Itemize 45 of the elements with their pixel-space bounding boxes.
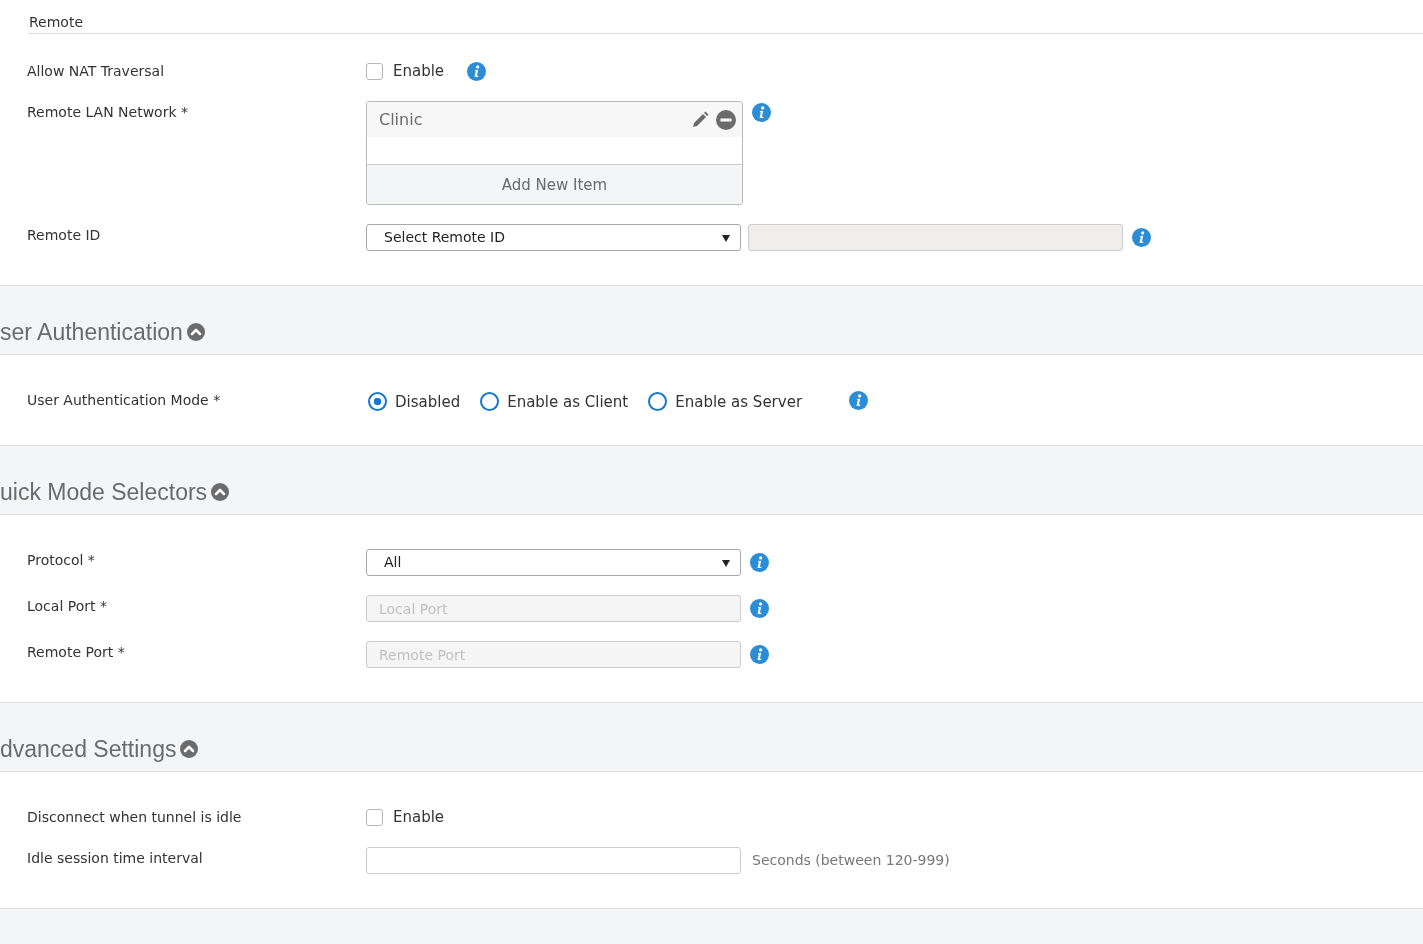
list-item-text: Clinic bbox=[379, 110, 424, 129]
radio-label: Enable as Server bbox=[675, 392, 803, 411]
field-label: Disconnect when tunnel is idle bbox=[27, 809, 242, 825]
caret-icon bbox=[722, 235, 730, 242]
text-field[interactable] bbox=[366, 847, 741, 874]
checkbox-label: Enable bbox=[393, 808, 445, 826]
collapse-icon[interactable] bbox=[211, 483, 230, 501]
info-icon[interactable] bbox=[750, 553, 769, 572]
field-label: Remote Port * bbox=[27, 644, 125, 660]
section-title: Remote bbox=[29, 14, 84, 30]
caret-icon bbox=[722, 560, 730, 567]
section-title: dvanced Settings bbox=[0, 736, 177, 762]
section-header[interactable]: ser Authentication bbox=[0, 285, 1423, 355]
checkbox[interactable] bbox=[366, 63, 383, 80]
info-icon[interactable] bbox=[467, 62, 487, 81]
info-icon[interactable] bbox=[849, 391, 869, 410]
field-label: Allow NAT Traversal bbox=[27, 63, 165, 79]
add-item-button[interactable]: Add New Item bbox=[367, 165, 742, 204]
list-item[interactable]: Clinic bbox=[367, 102, 742, 137]
remove-icon[interactable] bbox=[716, 109, 736, 130]
section-header[interactable]: dvanced Settings bbox=[0, 702, 1423, 772]
dropdown[interactable]: All bbox=[366, 549, 741, 576]
section-title: ser Authentication bbox=[0, 319, 183, 345]
collapse-icon[interactable] bbox=[186, 323, 205, 341]
field-label: User Authentication Mode * bbox=[27, 392, 221, 408]
checkbox[interactable] bbox=[366, 809, 383, 826]
dropdown[interactable]: Select Remote ID bbox=[366, 224, 741, 251]
field-label: Local Port * bbox=[27, 598, 107, 614]
info-icon[interactable] bbox=[752, 103, 771, 122]
radio-button[interactable] bbox=[368, 392, 387, 411]
field-label: Protocol * bbox=[27, 552, 95, 568]
field-label: Remote LAN Network * bbox=[27, 104, 188, 120]
field-label: Remote ID bbox=[27, 227, 101, 243]
field-label: Idle session time interval bbox=[27, 850, 203, 866]
pencil-icon[interactable] bbox=[690, 109, 710, 130]
radio-button[interactable] bbox=[480, 392, 500, 411]
radio-label: Enable as Client bbox=[507, 392, 629, 411]
radio-label: Disabled bbox=[395, 392, 461, 411]
collapse-icon[interactable] bbox=[180, 740, 199, 758]
hint-text: Seconds (between 120-999) bbox=[752, 852, 950, 868]
info-icon[interactable] bbox=[1132, 228, 1151, 247]
section-header[interactable]: uick Mode Selectors bbox=[0, 445, 1423, 515]
radio-button[interactable] bbox=[648, 392, 668, 411]
checkbox-label: Enable bbox=[393, 62, 445, 80]
section-title: uick Mode Selectors bbox=[0, 479, 208, 505]
